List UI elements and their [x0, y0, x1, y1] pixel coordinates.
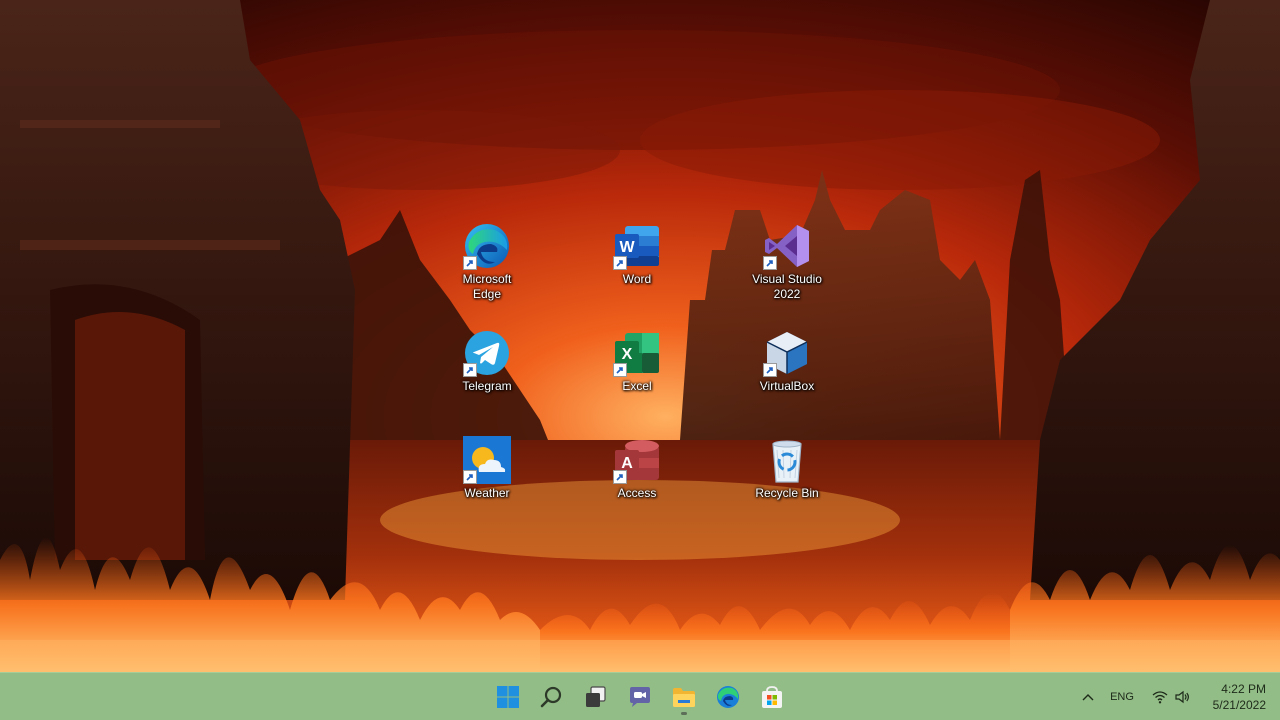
svg-text:W: W [619, 239, 635, 256]
desktop-icon-label: Access [617, 486, 657, 500]
shortcut-arrow-icon [763, 363, 777, 377]
recycle-bin-icon [763, 436, 811, 484]
visual-studio-icon [763, 222, 811, 270]
microsoft-store-button[interactable] [752, 677, 792, 717]
word-icon: W [613, 222, 661, 270]
desktop-icon-excel[interactable]: X Excel [599, 327, 675, 419]
file-explorer-button[interactable] [664, 677, 704, 717]
excel-icon: X [613, 329, 661, 377]
show-hidden-icons-button[interactable] [1078, 685, 1098, 709]
edge-taskbar-button[interactable] [708, 677, 748, 717]
task-view-icon [586, 686, 606, 707]
file-explorer-icon [673, 688, 695, 707]
teams-chat-icon [630, 687, 650, 707]
wifi-icon [1152, 691, 1168, 704]
language-indicator[interactable]: ENG [1104, 685, 1140, 709]
desktop-icon-label: Word [622, 272, 652, 286]
desktop-icon-label: Microsoft Edge [462, 272, 512, 301]
shortcut-arrow-icon [763, 256, 777, 270]
svg-text:X: X [622, 346, 633, 363]
shortcut-arrow-icon [463, 363, 477, 377]
desktop-icon-weather[interactable]: Weather [449, 434, 525, 526]
desktop-icon-label: Visual Studio 2022 [752, 272, 822, 301]
shortcut-arrow-icon [613, 363, 627, 377]
shortcut-arrow-icon [463, 470, 477, 484]
desktop-icon-label: Telegram [462, 379, 512, 393]
access-icon: A [613, 436, 661, 484]
desktop-icon-label: Recycle Bin [755, 486, 819, 500]
search-icon [540, 686, 562, 708]
clock-time: 4:22 PM [1221, 682, 1266, 696]
clock-date: 5/21/2022 [1212, 698, 1266, 712]
language-label: ENG [1110, 691, 1134, 703]
desktop-icon-label: VirtualBox [759, 379, 815, 393]
desktop-icon-visual-studio[interactable]: Visual Studio 2022 [749, 220, 825, 312]
volume-icon [1175, 690, 1189, 704]
desktop-icon-label: Excel [622, 379, 652, 393]
virtualbox-icon [763, 329, 811, 377]
desktop-icon-access[interactable]: A Access [599, 434, 675, 526]
chevron-up-icon [1082, 694, 1094, 701]
desktop-icon-telegram[interactable]: Telegram [449, 327, 525, 419]
teams-chat-button[interactable] [620, 677, 660, 717]
task-view-button[interactable] [576, 677, 616, 717]
microsoft-store-icon [762, 686, 782, 708]
start-button[interactable] [488, 677, 528, 717]
desktop-icon-label: Weather [464, 486, 510, 500]
search-button[interactable] [532, 677, 572, 717]
taskbar: ENG 4:22 PM 5/21/2022 [0, 672, 1280, 720]
active-indicator [681, 712, 687, 715]
telegram-icon [463, 329, 511, 377]
desktop-icon-recycle-bin[interactable]: Recycle Bin [749, 434, 825, 526]
edge-icon [717, 686, 739, 708]
shortcut-arrow-icon [613, 256, 627, 270]
network-button[interactable] [1150, 685, 1170, 709]
shortcut-arrow-icon [463, 256, 477, 270]
weather-icon [463, 436, 511, 484]
volume-button[interactable] [1172, 685, 1192, 709]
desktop-icon-microsoft-edge[interactable]: Microsoft Edge [449, 220, 525, 312]
start-icon [497, 686, 519, 708]
desktop-icon-virtualbox[interactable]: VirtualBox [749, 327, 825, 419]
shortcut-arrow-icon [613, 470, 627, 484]
desktop-icon-word[interactable]: W Word [599, 220, 675, 312]
edge-icon [463, 222, 511, 270]
clock[interactable]: 4:22 PM 5/21/2022 [1196, 681, 1266, 713]
